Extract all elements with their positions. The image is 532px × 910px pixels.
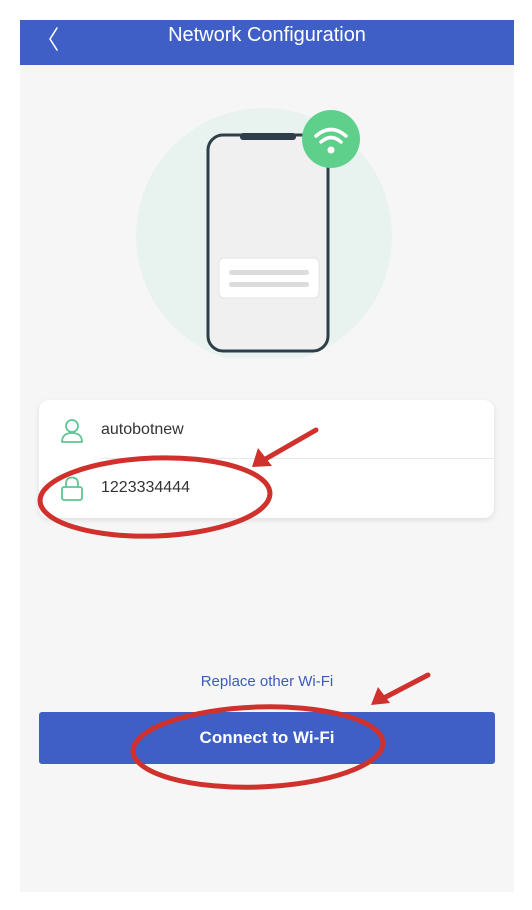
wifi-name-field[interactable]: autobotnew bbox=[39, 402, 494, 458]
top-bar: Network Configuration bbox=[20, 20, 514, 65]
divider bbox=[101, 458, 494, 459]
app-screen: Network Configuration autobotnew 1223334… bbox=[20, 20, 514, 892]
network-illustration bbox=[135, 108, 400, 364]
page-title: Network Configuration bbox=[168, 24, 366, 46]
credentials-card: autobotnew 1223334444 bbox=[39, 400, 494, 518]
connect-wifi-button[interactable]: Connect to Wi-Fi bbox=[39, 712, 495, 764]
wifi-password-value: 1223334444 bbox=[101, 479, 190, 496]
wifi-icon bbox=[302, 110, 360, 168]
replace-wifi-link[interactable]: Replace other Wi-Fi bbox=[20, 673, 514, 690]
wifi-password-field[interactable]: 1223334444 bbox=[39, 460, 494, 516]
wifi-name-value: autobotnew bbox=[101, 421, 184, 438]
phone-icon bbox=[206, 133, 330, 353]
user-icon bbox=[61, 419, 83, 443]
lock-icon bbox=[61, 476, 83, 501]
